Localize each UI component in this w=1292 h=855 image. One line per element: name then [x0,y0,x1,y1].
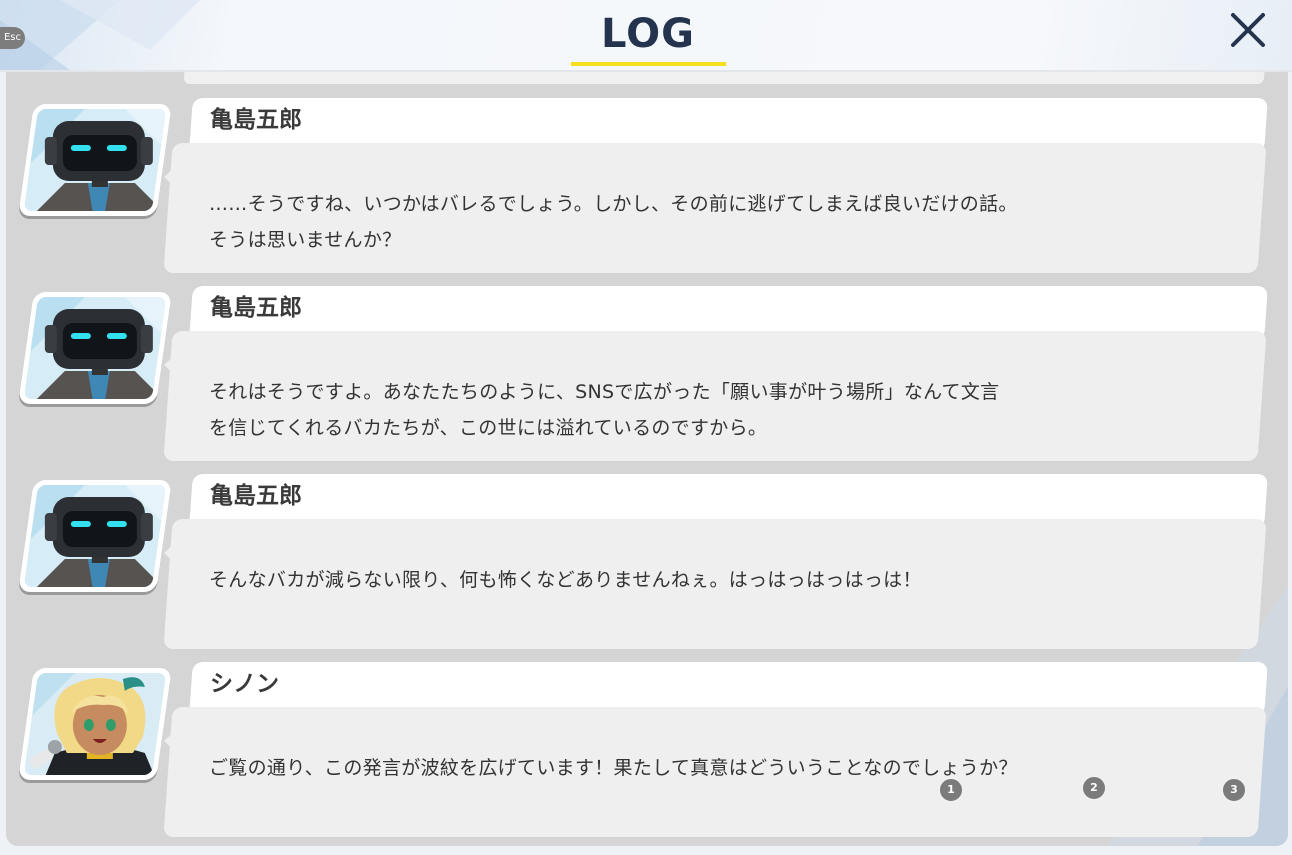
previous-entry-edge [183,72,1265,84]
speech-tail [164,542,176,564]
robot-head-avatar [24,109,167,211]
blonde-girl-avatar [24,673,167,775]
log-entry: シノン ご覧の通り、この発言が波紋を広げています！果たして真意はどういうことなの… [6,662,1288,842]
speaker-avatar [18,480,172,592]
esc-button[interactable]: Esc [0,27,25,49]
log-entry: 亀島五郎 ……そうですね、いつかはバレるでしょう。しかし、その前に逃げてしまえば… [6,98,1288,278]
log-panel[interactable]: 亀島五郎 ……そうですね、いつかはバレるでしょう。しかし、その前に逃げてしまえば… [6,72,1288,846]
dialogue-line: ご覧の通り、この発言が波紋を広げています！果たして真意はどういうことなのでしょう… [209,757,1018,779]
page-marker-1[interactable]: 1 [938,777,964,803]
robot-head-avatar [24,297,167,399]
page-title: LOG [601,11,695,57]
speaker-avatar [18,668,172,780]
dialogue-line: それはそうですよ。あなたたちのように、SNSで広がった「願い事が叶う場所」なんて… [209,381,1000,403]
title-underline [571,62,726,66]
speaker-name: 亀島五郎 [210,295,302,321]
close-x-icon [1231,13,1265,47]
log-entry: 亀島五郎 それはそうですよ。あなたたちのように、SNSで広がった「願い事が叶う場… [6,286,1288,466]
robot-head-avatar [24,485,167,587]
page-marker-2[interactable]: 2 [1081,775,1107,801]
speaker-name: シノン [210,671,279,697]
dialogue-line: ……そうですね、いつかはバレるでしょう。しかし、その前に逃げてしまえば良いだけの… [209,193,1018,215]
speaker-avatar [18,104,172,216]
page-marker-3[interactable]: 3 [1221,777,1247,803]
speaker-name: 亀島五郎 [210,483,302,509]
speech-tail [164,354,176,376]
header-decoration [0,0,200,70]
speech-tail [164,166,176,188]
speech-tail [164,730,176,752]
speaker-avatar [18,292,172,404]
log-entry: 亀島五郎 そんなバカが減らない限り、何も怖くなどありませんねぇ。はっはっはっはっ… [6,474,1288,654]
dialogue-line: を信じてくれるバカたちが、この世には溢れているのですから。 [209,417,768,439]
dialogue-line: そうは思いませんか？ [209,229,402,251]
close-button[interactable] [1228,10,1268,50]
speaker-name: 亀島五郎 [210,107,302,133]
log-header: Esc LOG [0,0,1292,72]
dialogue-line: そんなバカが減らない限り、何も怖くなどありませんねぇ。はっはっはっはっは！ [209,569,922,591]
